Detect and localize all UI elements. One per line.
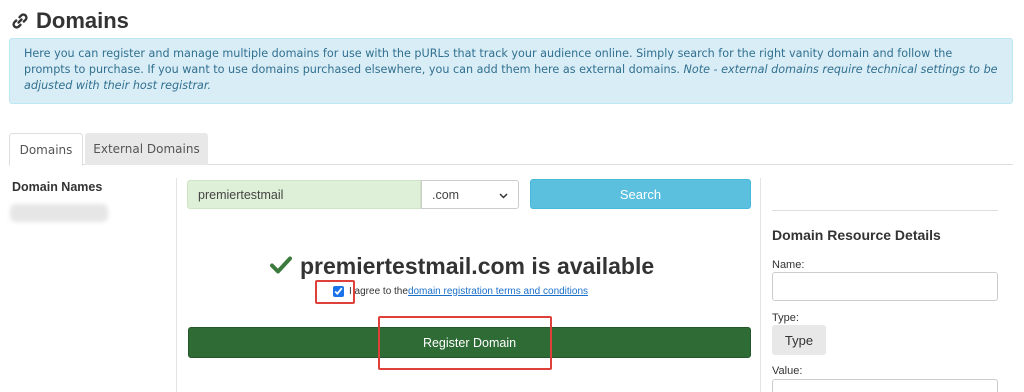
register-domain-button[interactable]: Register Domain [188, 327, 751, 358]
value-label: Value: [772, 365, 803, 377]
page-title-text: Domains [36, 8, 129, 33]
info-alert: Here you can register and manage multipl… [9, 38, 1013, 104]
name-field[interactable] [772, 272, 998, 301]
resource-divider [772, 210, 998, 211]
chevron-down-icon [499, 188, 508, 202]
column-divider [760, 178, 761, 392]
tld-selected-value: .com [432, 187, 460, 202]
domain-names-heading: Domain Names [12, 180, 103, 194]
resource-details-heading: Domain Resource Details [772, 227, 941, 243]
type-label: Type: [772, 312, 799, 324]
domain-list-item[interactable] [10, 204, 108, 222]
tab-domains[interactable]: Domains [9, 133, 83, 166]
terms-agreement: I agree to the domain registration terms… [333, 284, 588, 298]
link-icon [10, 11, 30, 31]
availability-text: premiertestmail.com is available [300, 252, 655, 279]
value-field[interactable] [772, 379, 998, 392]
search-button[interactable]: Search [530, 179, 751, 209]
tab-external-domains[interactable]: External Domains [85, 133, 208, 165]
terms-checkbox[interactable] [333, 285, 344, 297]
column-divider [176, 178, 177, 392]
page-title: Domains [10, 6, 129, 36]
terms-label: I agree to the [349, 285, 408, 297]
type-button[interactable]: Type [772, 325, 826, 355]
checkmark-icon [270, 253, 292, 280]
availability-message: premiertestmail.com is available [270, 250, 654, 282]
domain-search-input[interactable] [187, 180, 421, 209]
name-label: Name: [772, 259, 805, 271]
tld-select[interactable]: .com [421, 180, 519, 209]
terms-link[interactable]: domain registration terms and conditions [408, 286, 588, 297]
tab-bar: Domains External Domains [9, 133, 1013, 166]
